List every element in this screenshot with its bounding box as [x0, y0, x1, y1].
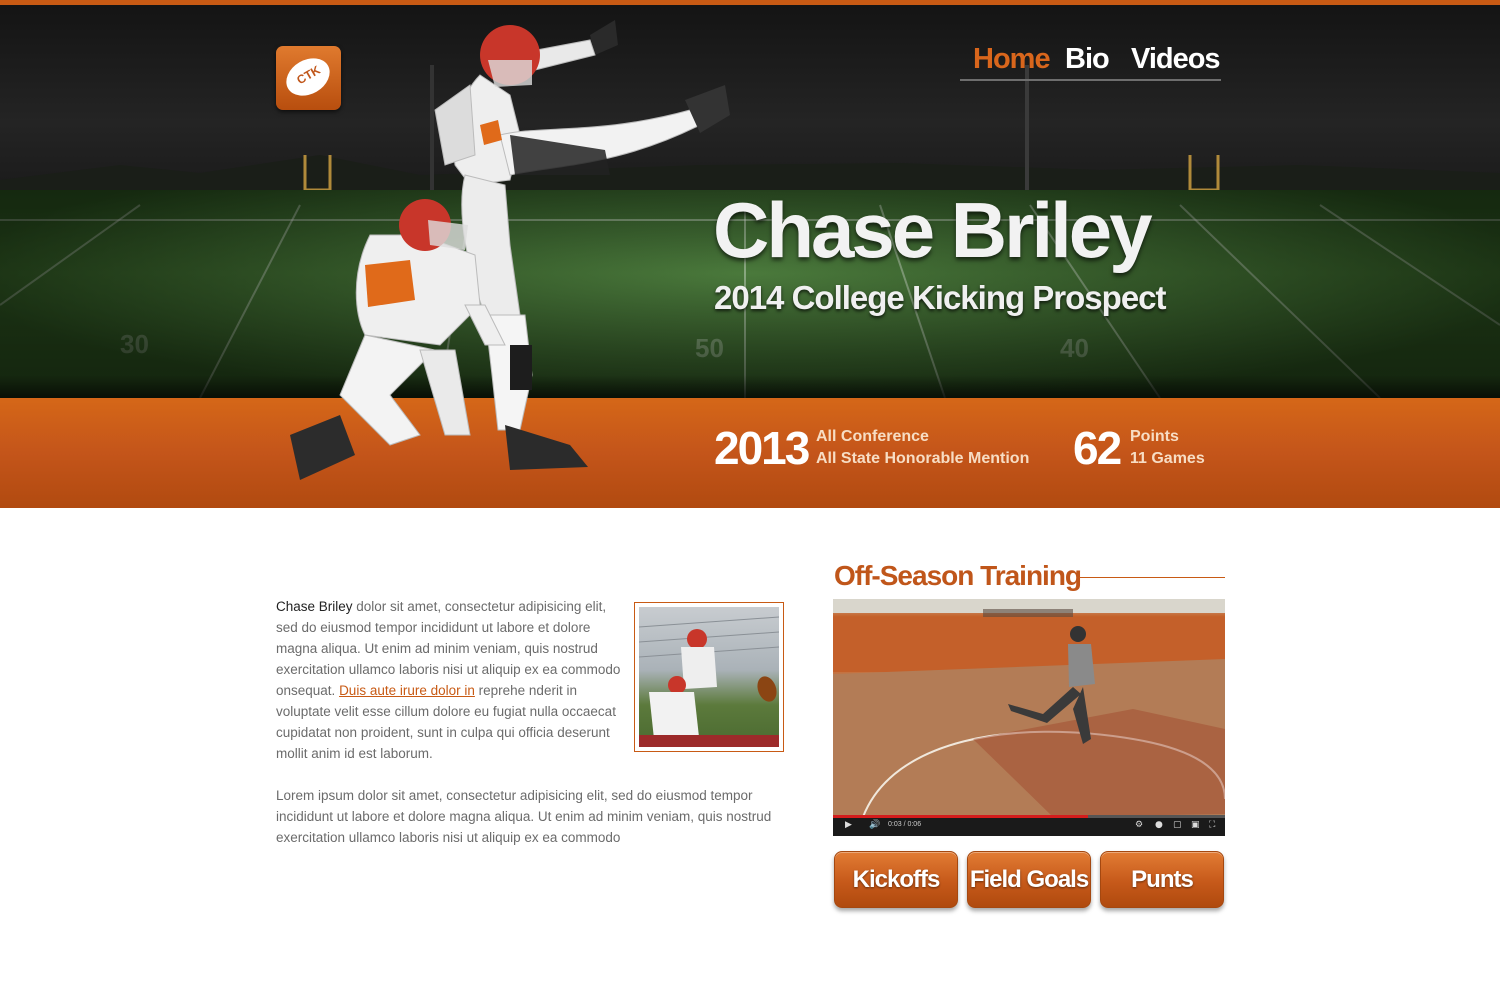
kicker-figure	[434, 20, 730, 470]
fullscreen-icon[interactable]: ⛶	[1209, 821, 1215, 830]
player-tagline: 2014 College Kicking Prospect	[714, 279, 1167, 316]
nav-bio[interactable]: Bio	[1065, 43, 1110, 76]
settings-gear-icon[interactable]: ⚙	[1135, 821, 1143, 830]
kickoffs-button[interactable]: Kickoffs	[834, 851, 958, 908]
stat-honors: All Conference All State Honorable Menti…	[816, 426, 1029, 470]
stat-points-label: Points	[1130, 428, 1179, 445]
main-nav: Home Bio Videos	[960, 43, 1221, 81]
player-photo-thumbnail[interactable]	[634, 602, 784, 752]
field-goals-button[interactable]: Field Goals	[967, 851, 1091, 908]
video-time: 0:03 / 0:06	[888, 821, 922, 828]
volume-icon[interactable]: 🔊	[869, 821, 880, 830]
training-video-player[interactable]: ▶ 🔊 0:03 / 0:06 ⚙ ● ▢ ▣ ⛶	[833, 599, 1225, 836]
player-name-heading: Chase Briley	[713, 186, 1153, 274]
video-frame	[833, 599, 1225, 817]
players-illustration	[290, 20, 730, 480]
video-progress-fill	[833, 815, 1088, 818]
training-title-rule	[1079, 577, 1225, 578]
intro-name: Chase Briley	[276, 599, 353, 614]
second-paragraph: Lorem ipsum dolor sit amet, consectetur …	[276, 788, 772, 845]
intro-link[interactable]: Duis aute irure dolor in	[339, 683, 475, 698]
stat-points-detail: Points 11 Games	[1130, 426, 1205, 470]
nav-videos[interactable]: Videos	[1131, 43, 1221, 76]
stat-honor-state: All State Honorable Mention	[816, 450, 1030, 467]
player-photo	[639, 607, 779, 747]
punts-button[interactable]: Punts	[1100, 851, 1224, 908]
nav-home[interactable]: Home	[973, 43, 1051, 76]
stat-points: 62	[1073, 422, 1122, 474]
theater-mode-icon[interactable]: ▢	[1173, 821, 1182, 830]
hero-bottom-shadow	[0, 375, 1500, 398]
training-title: Off-Season Training	[834, 560, 1082, 591]
stats-band: 2013 All Conference All State Honorable …	[0, 398, 1500, 508]
hero-banner: 30 50 40 CTK Home Bio Videos Chase Brile…	[0, 5, 1500, 398]
intro-paragraph: Chase Briley dolor sit amet, consectetur…	[276, 596, 626, 764]
annotations-icon[interactable]: ●	[1155, 821, 1163, 830]
stat-games-label: 11 Games	[1130, 450, 1205, 467]
popout-icon[interactable]: ▣	[1191, 821, 1200, 830]
play-icon[interactable]: ▶	[845, 821, 852, 830]
stat-honor-conference: All Conference	[816, 428, 929, 445]
